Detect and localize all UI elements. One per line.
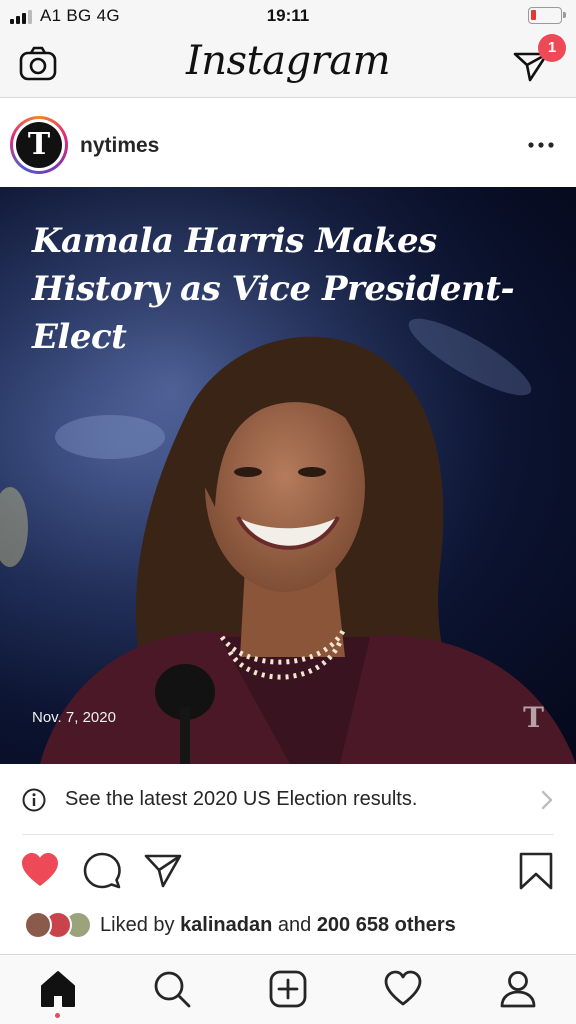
tab-profile[interactable] xyxy=(498,969,538,1009)
avatar[interactable]: T xyxy=(10,116,68,174)
like-button[interactable] xyxy=(20,851,60,891)
share-button[interactable] xyxy=(143,851,183,891)
tab-search[interactable] xyxy=(152,969,192,1009)
post-actions xyxy=(0,835,576,909)
tab-activity[interactable] xyxy=(383,969,423,1009)
nyt-logo-glyph: T xyxy=(16,122,62,168)
liker-avatars xyxy=(24,911,94,939)
profile-icon xyxy=(500,971,536,1008)
home-icon xyxy=(41,971,75,1007)
more-options-button[interactable] xyxy=(526,135,556,155)
tab-home[interactable] xyxy=(38,969,78,1009)
home-activity-dot xyxy=(55,1013,60,1018)
likes-summary[interactable]: Liked by kalinadan and 200 658 others xyxy=(0,909,576,943)
post-username[interactable]: nytimes xyxy=(80,134,159,158)
nyt-watermark: T xyxy=(523,701,544,734)
status-bar: A1 BG 4G 19:11 xyxy=(0,0,576,34)
instagram-logo: Instagram xyxy=(185,38,391,84)
post-headline: Kamala Harris Makes History as Vice Pres… xyxy=(32,221,515,357)
comment-button[interactable] xyxy=(82,851,122,891)
dm-badge: 1 xyxy=(538,34,566,62)
more-icon xyxy=(528,142,554,148)
share-icon xyxy=(144,854,182,888)
post-image[interactable]: Kamala Harris Makes History as Vice Pres… xyxy=(0,187,576,764)
bookmark-icon xyxy=(519,852,553,890)
add-post-icon xyxy=(269,970,307,1008)
chevron-right-icon xyxy=(541,790,553,810)
heart-icon xyxy=(22,853,58,886)
clock: 19:11 xyxy=(266,6,310,25)
bottom-tab-bar xyxy=(0,954,576,1024)
election-results-link[interactable]: See the latest 2020 US Election results. xyxy=(0,764,576,834)
bookmark-button[interactable] xyxy=(516,851,556,891)
post-header: T nytimes xyxy=(0,99,576,187)
search-icon xyxy=(154,971,191,1008)
post-image-date: Nov. 7, 2020 xyxy=(32,709,116,726)
top-nav: Instagram 1 xyxy=(0,34,576,98)
info-icon xyxy=(22,788,46,812)
tab-new-post[interactable] xyxy=(268,969,308,1009)
battery-icon xyxy=(528,7,566,24)
activity-icon xyxy=(384,970,422,1006)
likes-count[interactable]: 200 658 others xyxy=(317,914,456,936)
liker-username[interactable]: kalinadan xyxy=(180,914,272,936)
likes-text: Liked by kalinadan and 200 658 others xyxy=(100,914,456,936)
election-link-label: See the latest 2020 US Election results. xyxy=(65,788,418,810)
comment-icon xyxy=(83,852,121,889)
